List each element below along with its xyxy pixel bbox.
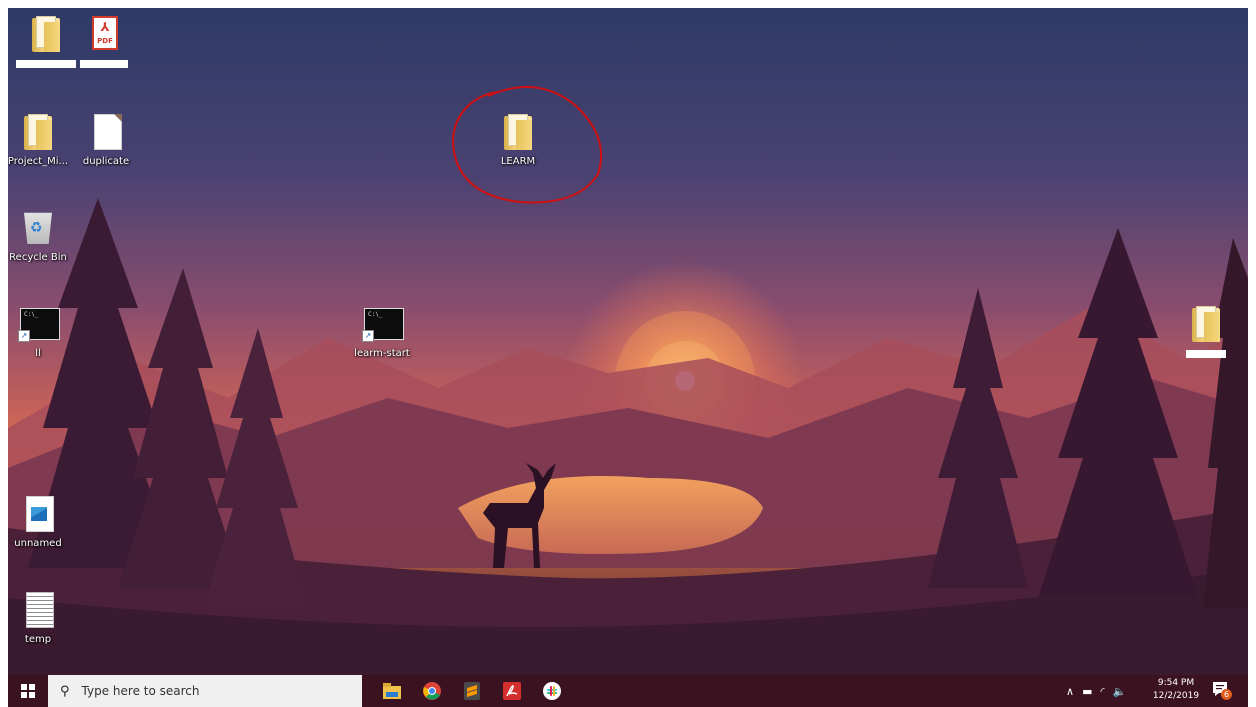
taskbar-slack[interactable]: [532, 675, 572, 707]
desktop-icon-temp[interactable]: temp: [8, 590, 76, 645]
slack-icon: [543, 682, 561, 700]
notification-count-badge: 6: [1221, 689, 1232, 700]
sublime-text-icon: [464, 682, 480, 700]
recycle-bin-icon: [18, 208, 58, 248]
desktop-icon-label: Recycle Bin: [9, 252, 67, 263]
system-tray: ∧ ▬ ◜ 🔈: [1066, 675, 1126, 707]
folder-icon: [498, 112, 538, 152]
search-icon: ⚲: [60, 683, 70, 699]
file-explorer-icon: [383, 683, 401, 699]
acrobat-icon: [503, 682, 521, 700]
desktop-icon-pdf-redacted[interactable]: PDF Document_Ext: [66, 14, 142, 68]
desktop: Project_RAG PDF Document_Ext Project_Mi.…: [8, 8, 1248, 675]
image-file-icon: [18, 494, 58, 534]
shortcut-arrow-icon: ↗: [362, 330, 374, 342]
folder-icon: [18, 112, 58, 152]
desktop-icon-label: unnamed: [14, 538, 62, 549]
desktop-icon-label: ll: [35, 348, 41, 359]
desktop-icon-recycle-bin[interactable]: Recycle Bin: [8, 208, 76, 263]
taskbar-chrome[interactable]: [412, 675, 452, 707]
taskbar-search-box[interactable]: ⚲ Type here to search: [48, 675, 362, 707]
clock-time: 9:54 PM: [1157, 678, 1195, 688]
taskbar-acrobat[interactable]: [492, 675, 532, 707]
taskbar: ⚲ Type here to search ∧ ▬ ◜ 🔈 9:54 PM 12…: [8, 675, 1248, 707]
taskbar-sublime-text[interactable]: [452, 675, 492, 707]
desktop-icon-label: Project_Mi...: [8, 156, 69, 167]
desktop-icon-unnamed[interactable]: unnamed: [8, 494, 76, 549]
pdf-icon: PDF: [84, 14, 124, 54]
command-prompt-icon: ↗: [18, 304, 60, 344]
action-center-button[interactable]: 6: [1213, 682, 1232, 700]
battery-icon[interactable]: ▬: [1082, 685, 1092, 698]
chrome-icon: [423, 682, 441, 700]
show-hidden-icons-chevron-up-icon[interactable]: ∧: [1066, 685, 1074, 698]
desktop-icon-folder-right[interactable]: Folder: [1168, 304, 1244, 358]
folder-icon: [26, 14, 66, 54]
desktop-icon-label: Folder: [1186, 350, 1226, 358]
desktop-icon-label: LEARM: [500, 156, 536, 167]
desktop-icon-learm-start[interactable]: ↗ learm-start: [344, 304, 420, 359]
text-file-icon: [18, 590, 58, 630]
desktop-icon-label: learm-start: [354, 348, 410, 359]
taskbar-clock[interactable]: 9:54 PM 12/2/2019: [1146, 677, 1206, 703]
command-prompt-icon: ↗: [362, 304, 404, 344]
desktop-icon-learm-folder[interactable]: LEARM: [480, 112, 556, 167]
desktop-icon-label: temp: [24, 634, 52, 645]
desktop-icon-duplicate[interactable]: duplicate: [68, 112, 144, 167]
start-button[interactable]: [8, 675, 48, 707]
desktop-icon-label: Document_Ext: [80, 60, 128, 68]
desktop-icon-ll-shortcut[interactable]: ↗ ll: [8, 304, 76, 359]
folder-icon: [1186, 304, 1226, 344]
desktop-icon-project[interactable]: Project_Mi...: [8, 112, 76, 167]
desktop-wallpaper: [8, 8, 1248, 675]
windows-logo-icon: [21, 684, 35, 698]
clock-date: 12/2/2019: [1152, 691, 1200, 701]
desktop-icon-label: duplicate: [82, 156, 130, 167]
shortcut-arrow-icon: ↗: [18, 330, 30, 342]
wifi-icon[interactable]: ◜: [1100, 685, 1104, 698]
document-icon: [86, 112, 126, 152]
taskbar-file-explorer[interactable]: [372, 675, 412, 707]
search-placeholder: Type here to search: [81, 684, 200, 698]
volume-icon[interactable]: 🔈: [1113, 685, 1127, 698]
